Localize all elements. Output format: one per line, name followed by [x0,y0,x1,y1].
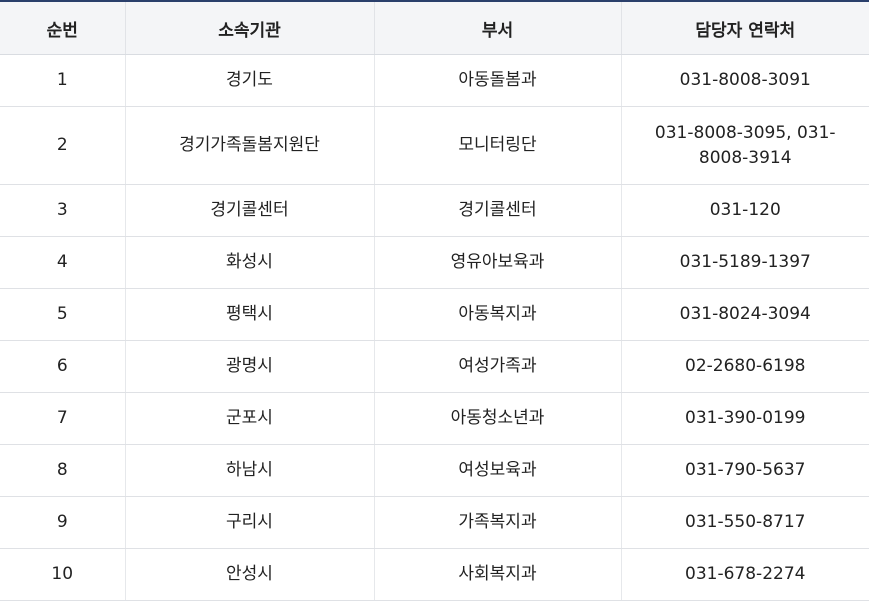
cell-contact: 031-8008-3091 [621,54,869,107]
cell-number: 2 [0,106,126,185]
cell-number: 7 [0,392,126,445]
cell-number: 5 [0,288,126,341]
cell-number: 8 [0,444,126,497]
table-row: 7 군포시 아동청소년과 031-390-0199 [0,392,869,445]
cell-organization: 경기가족돌봄지원단 [125,106,375,185]
header-organization: 소속기관 [125,1,375,55]
cell-contact: 031-120 [621,184,869,237]
cell-department: 여성가족과 [374,340,622,393]
cell-department: 여성보육과 [374,444,622,497]
cell-organization: 화성시 [125,236,375,289]
cell-contact: 031-8024-3094 [621,288,869,341]
cell-department: 영유아보육과 [374,236,622,289]
cell-contact: 02-2680-6198 [621,340,869,393]
cell-department: 아동복지과 [374,288,622,341]
header-number: 순번 [0,1,126,55]
cell-contact: 031-390-0199 [621,392,869,445]
header-department: 부서 [374,1,622,55]
cell-number: 1 [0,54,126,107]
table-row: 10 안성시 사회복지과 031-678-2274 [0,548,869,601]
cell-contact: 031-550-8717 [621,496,869,549]
cell-contact: 031-678-2274 [621,548,869,601]
cell-organization: 안성시 [125,548,375,601]
cell-number: 3 [0,184,126,237]
cell-contact: 031-5189-1397 [621,236,869,289]
cell-organization: 경기도 [125,54,375,107]
table-row: 3 경기콜센터 경기콜센터 031-120 [0,184,869,237]
cell-organization: 구리시 [125,496,375,549]
cell-department: 아동청소년과 [374,392,622,445]
cell-department: 사회복지과 [374,548,622,601]
table-row: 9 구리시 가족복지과 031-550-8717 [0,496,869,549]
contact-table: 순번 소속기관 부서 담당자 연락처 1 경기도 아동돌봄과 031-8008-… [0,0,869,601]
cell-department: 모니터링단 [374,106,622,185]
cell-number: 4 [0,236,126,289]
cell-organization: 평택시 [125,288,375,341]
cell-department: 가족복지과 [374,496,622,549]
cell-contact: 031-790-5637 [621,444,869,497]
header-row: 순번 소속기관 부서 담당자 연락처 [0,1,869,55]
table-row: 2 경기가족돌봄지원단 모니터링단 031-8008-3095, 031-800… [0,106,869,185]
cell-number: 9 [0,496,126,549]
table-row: 1 경기도 아동돌봄과 031-8008-3091 [0,54,869,107]
table-row: 4 화성시 영유아보육과 031-5189-1397 [0,236,869,289]
cell-organization: 경기콜센터 [125,184,375,237]
cell-organization: 광명시 [125,340,375,393]
cell-number: 10 [0,548,126,601]
cell-number: 6 [0,340,126,393]
cell-contact: 031-8008-3095, 031-8008-3914 [621,106,869,185]
cell-organization: 하남시 [125,444,375,497]
table-row: 6 광명시 여성가족과 02-2680-6198 [0,340,869,393]
table-row: 8 하남시 여성보육과 031-790-5637 [0,444,869,497]
header-contact: 담당자 연락처 [621,1,869,55]
cell-department: 경기콜센터 [374,184,622,237]
cell-department: 아동돌봄과 [374,54,622,107]
cell-organization: 군포시 [125,392,375,445]
table-row: 5 평택시 아동복지과 031-8024-3094 [0,288,869,341]
